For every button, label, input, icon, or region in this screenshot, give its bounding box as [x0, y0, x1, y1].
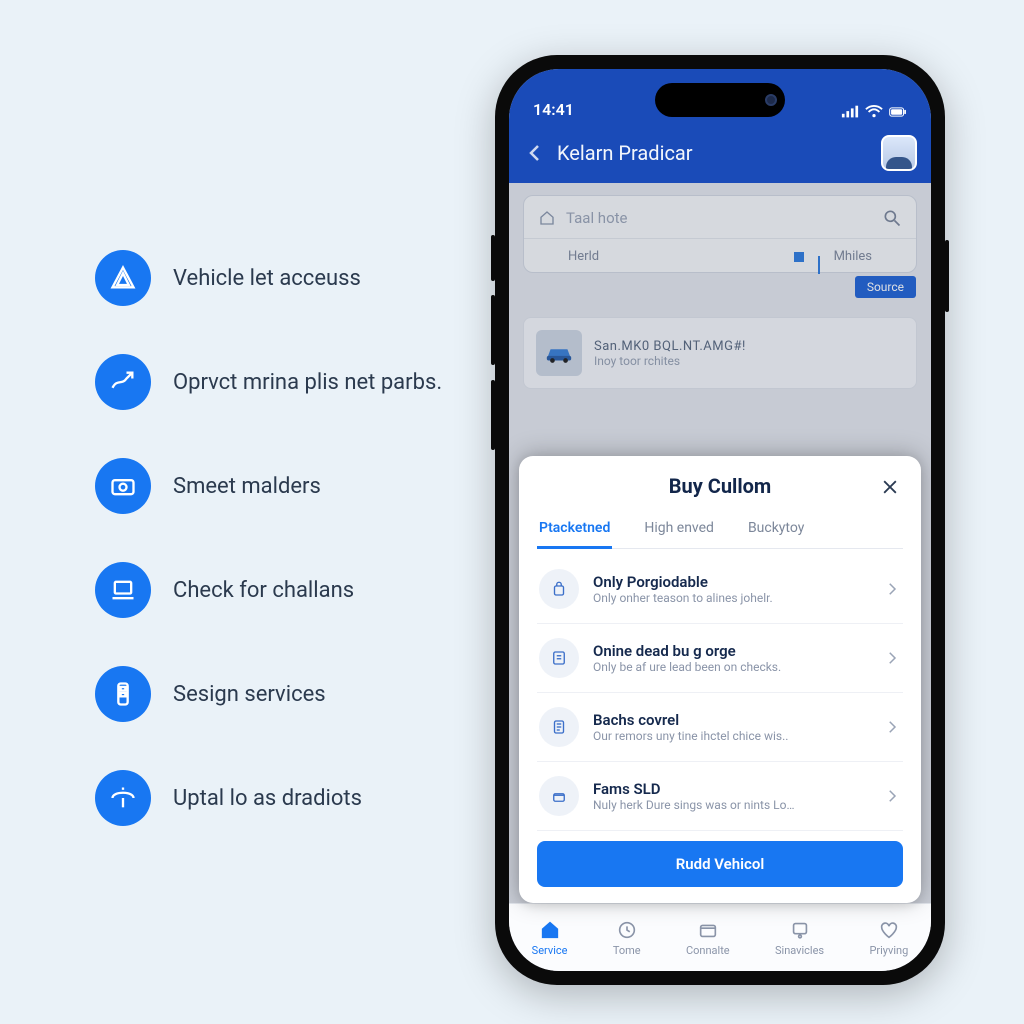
search-placeholder: Taal hote — [566, 209, 872, 227]
option-title: Fams SLD — [593, 780, 869, 798]
search-input[interactable]: Taal hote — [524, 196, 916, 239]
option-onine-dead[interactable]: Onine dead bu g orge Only be af ure lead… — [537, 624, 903, 693]
tab-label: Connalte — [686, 944, 730, 957]
tab-label: Tome — [613, 944, 641, 957]
chevron-right-icon — [883, 580, 901, 598]
vehicle-card[interactable]: San.MK0 BQL.NT.AMG#! Inoy toor rchites — [523, 317, 917, 389]
laptop-icon — [95, 562, 151, 618]
phone-icon — [95, 666, 151, 722]
cellular-icon — [841, 105, 859, 119]
wifi-icon — [865, 105, 883, 119]
camera-dot — [765, 94, 777, 106]
feature-label: Oprvct mrina plis net parbs. — [173, 370, 442, 395]
vehicle-line2: Inoy toor rchites — [594, 354, 746, 368]
search-sub-tabs: Herld Mhiles — [524, 239, 916, 272]
status-indicators — [841, 105, 907, 119]
tab-priyving[interactable]: Priyving — [869, 919, 908, 957]
status-time: 14:41 — [533, 100, 574, 119]
option-sub: Our remors uny tine ihctel chice wis.. — [593, 729, 869, 743]
back-button[interactable] — [523, 141, 547, 165]
umbrella-icon — [95, 770, 151, 826]
sheet-tab-buckytoy[interactable]: Buckytoy — [746, 512, 806, 548]
card-icon — [539, 638, 579, 678]
feature-label: Vehicle let acceuss — [173, 266, 361, 291]
search-card: Taal hote Herld Mhiles Source — [523, 195, 917, 273]
home-icon — [538, 209, 556, 227]
feature-smeet: Smeet malders — [95, 458, 455, 514]
search-tab-mhiles[interactable]: Mhiles — [834, 249, 872, 264]
pin-marker — [794, 252, 804, 262]
clock-icon — [616, 919, 638, 941]
feature-label: Uptal lo as dradiots — [173, 786, 362, 811]
option-title: Onine dead bu g orge — [593, 642, 869, 660]
close-icon — [880, 477, 900, 497]
option-sub: Only be af ure lead been on checks. — [593, 660, 869, 674]
tab-label: Sinavicles — [775, 944, 824, 957]
option-title: Only Porgiodable — [593, 573, 869, 591]
sheet-tabs: Ptacketned High enved Buckytoy — [537, 512, 903, 549]
vehicle-line1: San.MK0 BQL.NT.AMG#! — [594, 339, 746, 354]
tab-tome[interactable]: Tome — [613, 919, 641, 957]
feature-label: Sesign services — [173, 682, 326, 707]
battery-icon — [889, 105, 907, 119]
trend-icon — [95, 354, 151, 410]
option-sub: Only onher teason to alines johelr. — [593, 591, 869, 605]
tab-connalte[interactable]: Connalte — [686, 919, 730, 957]
heart-icon — [878, 919, 900, 941]
chevron-right-icon — [883, 787, 901, 805]
feature-uptal: Uptal lo as dradiots — [95, 770, 455, 826]
option-fams-sld[interactable]: Fams SLD Nuly herk Dure sings was or nin… — [537, 762, 903, 831]
sheet-tab-highenved[interactable]: High enved — [642, 512, 716, 548]
option-title: Bachs covrel — [593, 711, 869, 729]
close-button[interactable] — [877, 474, 903, 500]
chevron-right-icon — [883, 718, 901, 736]
search-tab-herld[interactable]: Herld — [568, 249, 599, 264]
doc-icon — [539, 707, 579, 747]
bottom-sheet: Buy Cullom Ptacketned High enved Buckyto… — [519, 456, 921, 903]
camera-icon — [95, 458, 151, 514]
tab-sinavicles[interactable]: Sinavicles — [775, 919, 824, 957]
car-thumb-icon — [536, 330, 582, 376]
tab-label: Priyving — [869, 944, 908, 957]
home-icon — [539, 919, 561, 941]
option-sub: Nuly herk Dure sings was or nints Lo… — [593, 798, 869, 812]
sheet-tab-ptacketned[interactable]: Ptacketned — [537, 512, 612, 549]
phone-screen: 14:41 Kelarn Pradicar Taal hote — [509, 69, 931, 971]
phone-frame: 14:41 Kelarn Pradicar Taal hote — [495, 55, 945, 985]
triangle-icon — [95, 250, 151, 306]
feature-vehicle-access: Vehicle let acceuss — [95, 250, 455, 306]
bag-icon — [539, 569, 579, 609]
avatar[interactable] — [881, 135, 917, 171]
option-porgiodable[interactable]: Only Porgiodable Only onher teason to al… — [537, 555, 903, 624]
feature-parts: Oprvct mrina plis net parbs. — [95, 354, 455, 410]
feature-list: Vehicle let acceuss Oprvct mrina plis ne… — [95, 250, 455, 874]
feature-label: Smeet malders — [173, 474, 321, 499]
sheet-title: Buy Cullom — [669, 474, 772, 498]
feature-services: Sesign services — [95, 666, 455, 722]
feature-label: Check for challans — [173, 578, 354, 603]
feature-challans: Check for challans — [95, 562, 455, 618]
tab-label: Service — [532, 944, 568, 957]
tab-service[interactable]: Service — [532, 919, 568, 957]
search-icon — [882, 208, 902, 228]
option-bachs-covrel[interactable]: Bachs covrel Our remors uny tine ihctel … — [537, 693, 903, 762]
bottom-tab-bar: Service Tome Connalte Sinavicles Priyvin… — [509, 903, 931, 971]
dynamic-island — [655, 83, 785, 117]
header-title: Kelarn Pradicar — [557, 141, 871, 165]
app-header: Kelarn Pradicar — [509, 123, 931, 183]
box-icon — [539, 776, 579, 816]
vehicle-text: San.MK0 BQL.NT.AMG#! Inoy toor rchites — [594, 339, 746, 368]
source-badge[interactable]: Source — [855, 276, 916, 298]
screen-icon — [789, 919, 811, 941]
chevron-right-icon — [883, 649, 901, 667]
wallet-icon — [697, 919, 719, 941]
primary-cta-button[interactable]: Rudd Vehicol — [537, 841, 903, 887]
